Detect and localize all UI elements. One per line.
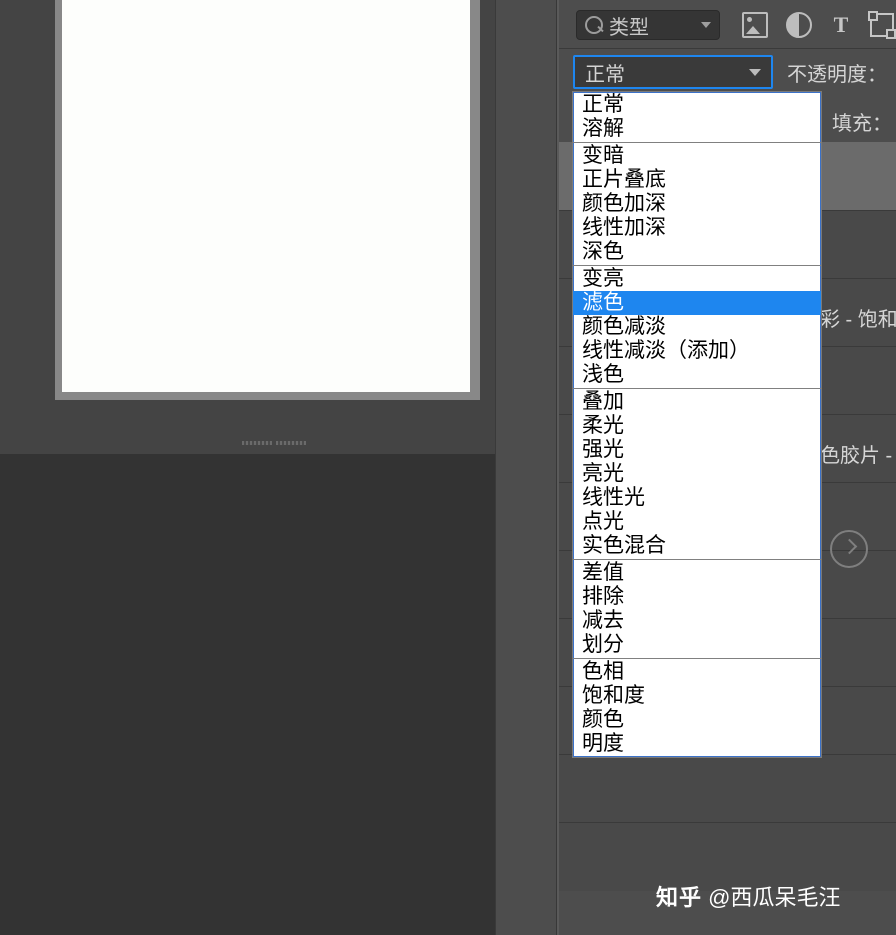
watermark-author: @西瓜呆毛汪 bbox=[708, 885, 840, 910]
expand-group-icon[interactable] bbox=[830, 530, 868, 568]
blend-mode-select[interactable]: 正常 bbox=[573, 55, 773, 89]
canvas-area bbox=[0, 0, 495, 935]
blend-mode-option[interactable]: 强光 bbox=[573, 438, 821, 462]
blend-mode-option[interactable]: 深色 bbox=[573, 240, 821, 264]
layer-name-fragment[interactable]: 彩 - 饱和 bbox=[820, 303, 896, 333]
blend-mode-option[interactable]: 正片叠底 bbox=[573, 168, 821, 192]
blend-mode-option[interactable]: 颜色 bbox=[573, 708, 821, 732]
blend-mode-option[interactable]: 颜色加深 bbox=[573, 192, 821, 216]
blend-mode-option[interactable]: 实色混合 bbox=[573, 534, 821, 558]
canvas-document[interactable] bbox=[62, 0, 470, 392]
watermark: 知乎 @西瓜呆毛汪 bbox=[656, 880, 840, 912]
layer-filter-icons: T bbox=[742, 12, 894, 38]
blend-mode-option[interactable]: 叠加 bbox=[573, 390, 821, 414]
scrollbar-horizontal[interactable] bbox=[242, 440, 306, 446]
watermark-site: 知乎 bbox=[656, 885, 702, 910]
blend-mode-dropdown[interactable]: 正常溶解变暗正片叠底颜色加深线性加深深色变亮滤色颜色减淡线性减淡（添加）浅色叠加… bbox=[572, 91, 822, 758]
blend-mode-option-group: 正常溶解 bbox=[573, 92, 821, 143]
blend-mode-option[interactable]: 线性加深 bbox=[573, 216, 821, 240]
fill-label[interactable]: 填充： bbox=[832, 107, 892, 136]
chevron-down-icon bbox=[701, 20, 711, 30]
blend-mode-option[interactable]: 滤色 bbox=[573, 291, 821, 315]
canvas-empty-area bbox=[0, 454, 495, 935]
text-filter-icon[interactable]: T bbox=[830, 14, 852, 36]
layer-row-bg bbox=[559, 754, 896, 823]
blend-mode-option[interactable]: 线性光 bbox=[573, 486, 821, 510]
blend-mode-option[interactable]: 变暗 bbox=[573, 144, 821, 168]
blend-mode-option[interactable]: 点光 bbox=[573, 510, 821, 534]
blend-mode-option[interactable]: 明度 bbox=[573, 732, 821, 756]
blend-mode-option[interactable]: 划分 bbox=[573, 633, 821, 657]
blend-mode-option-group: 变暗正片叠底颜色加深线性加深深色 bbox=[573, 143, 821, 266]
app-root: 类型 T 彩 - 饱和 色胶片 - 正常 不透明度： 填充： 正常溶解变暗正片叠… bbox=[0, 0, 896, 935]
opacity-label[interactable]: 不透明度： bbox=[787, 58, 887, 87]
layer-name-fragment[interactable]: 色胶片 - bbox=[820, 439, 896, 469]
blend-mode-option[interactable]: 浅色 bbox=[573, 363, 821, 387]
blend-mode-option-group: 差值排除减去划分 bbox=[573, 560, 821, 659]
blend-mode-option[interactable]: 正常 bbox=[573, 93, 821, 117]
blend-mode-option[interactable]: 饱和度 bbox=[573, 684, 821, 708]
blend-mode-option[interactable]: 排除 bbox=[573, 585, 821, 609]
blend-mode-option[interactable]: 溶解 bbox=[573, 117, 821, 141]
blend-mode-current: 正常 bbox=[585, 58, 625, 87]
blend-mode-option[interactable]: 差值 bbox=[573, 561, 821, 585]
search-icon bbox=[585, 16, 603, 34]
blend-mode-option-group: 变亮滤色颜色减淡线性减淡（添加）浅色 bbox=[573, 266, 821, 389]
adjustment-filter-icon[interactable] bbox=[786, 12, 812, 38]
shape-filter-icon[interactable] bbox=[870, 13, 894, 37]
blend-mode-option[interactable]: 亮光 bbox=[573, 462, 821, 486]
layer-filter-kind-label: 类型 bbox=[609, 11, 695, 40]
blend-mode-option[interactable]: 柔光 bbox=[573, 414, 821, 438]
blend-mode-option-group: 叠加柔光强光亮光线性光点光实色混合 bbox=[573, 389, 821, 560]
chevron-down-icon bbox=[749, 69, 761, 76]
blend-mode-option[interactable]: 减去 bbox=[573, 609, 821, 633]
blend-mode-option[interactable]: 线性减淡（添加） bbox=[573, 339, 821, 363]
blend-mode-option-group: 色相饱和度颜色明度 bbox=[573, 659, 821, 757]
blend-mode-option[interactable]: 变亮 bbox=[573, 267, 821, 291]
blend-mode-option[interactable]: 颜色减淡 bbox=[573, 315, 821, 339]
blend-mode-option[interactable]: 色相 bbox=[573, 660, 821, 684]
image-filter-icon[interactable] bbox=[742, 12, 768, 38]
layer-filter-kind-dropdown[interactable]: 类型 bbox=[576, 10, 720, 40]
